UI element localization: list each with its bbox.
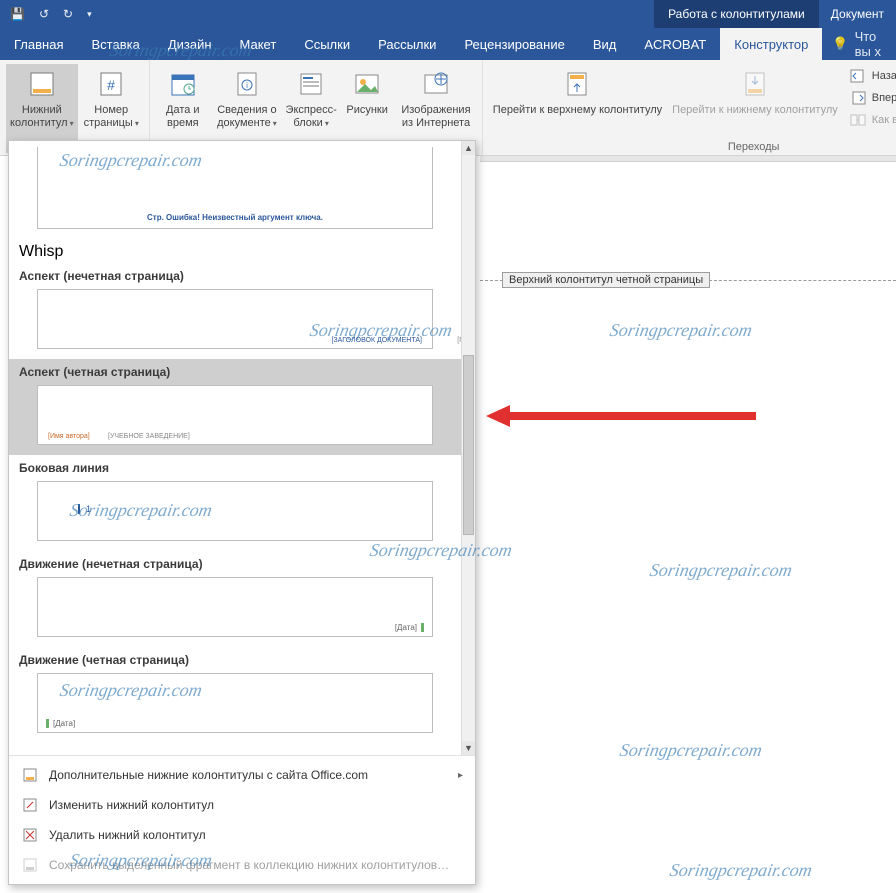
contextual-tab-header: Работа с колонтитулами	[654, 0, 819, 28]
gallery-item-title: Аспект (нечетная страница)	[19, 269, 451, 283]
gallery-item-motion-odd[interactable]: Движение (нечетная страница) [Дата]	[9, 551, 461, 647]
gallery-scrollbar[interactable]: ▲ ▼	[461, 141, 475, 755]
gallery-item-title: Whisp	[19, 243, 451, 261]
menu-edit-footer-label: Изменить нижний колонтитул	[49, 798, 214, 812]
gallery-item-title: Движение (четная страница)	[19, 653, 451, 667]
pictures-label: Рисунки	[346, 104, 388, 117]
svg-text:#: #	[107, 77, 115, 93]
document-area: Верхний колонтитул четной страницы	[480, 182, 896, 893]
group-navigation: Перейти к верхнему колонтитулу Перейти к…	[483, 60, 896, 155]
menu-more-office[interactable]: Дополнительные нижние колонтитулы с сайт…	[9, 760, 475, 790]
date-time-label: Дата и время	[160, 104, 206, 129]
gallery-item-motion-even[interactable]: Движение (четная страница) [Дата]	[9, 647, 461, 743]
doc-info-icon: i	[231, 68, 263, 100]
gallery-preview: 1	[37, 481, 433, 541]
footer-button-label: Нижний колонтитул	[10, 104, 74, 129]
gallery-preview: [ЗАГОЛОВОК ДОКУМЕНТА] [Подзаголовок доку…	[37, 289, 433, 349]
tab-mailings[interactable]: Рассылки	[364, 28, 450, 60]
gallery-item-aspect-odd[interactable]: Аспект (нечетная страница) [ЗАГОЛОВОК ДО…	[9, 263, 461, 359]
scroll-down-icon[interactable]: ▼	[462, 741, 475, 755]
gallery-item-title: Движение (нечетная страница)	[19, 557, 451, 571]
nav-back-button[interactable]: Назад	[848, 66, 896, 86]
page-number-icon: #	[95, 68, 127, 100]
nav-back-icon	[850, 68, 866, 84]
edit-icon	[21, 796, 39, 814]
gallery-item-title: Аспект (четная страница)	[19, 365, 451, 379]
gallery-preview: Стр. Ошибка! Неизвестный аргумент ключа.	[37, 147, 433, 229]
menu-remove-footer-label: Удалить нижний колонтитул	[49, 828, 206, 842]
undo-icon[interactable]: ↺	[39, 7, 49, 21]
annotation-arrow	[486, 405, 756, 427]
qat-dropdown-icon[interactable]: ▾	[87, 9, 92, 20]
chevron-right-icon: ▸	[458, 770, 463, 781]
group-nav-label: Переходы	[489, 139, 896, 153]
scroll-thumb[interactable]	[463, 355, 474, 535]
online-pictures-label: Изображения из Интернета	[400, 104, 472, 129]
tab-layout[interactable]: Макет	[226, 28, 291, 60]
goto-header-button[interactable]: Перейти к верхнему колонтитулу	[489, 64, 666, 139]
menu-more-office-label: Дополнительные нижние колонтитулы с сайт…	[49, 768, 368, 782]
nav-back-label: Назад	[872, 70, 896, 82]
gallery-item-title: Боковая линия	[19, 461, 451, 475]
nav-forward-label: Вперед	[872, 92, 896, 104]
ribbon-tabs: Главная Вставка Дизайн Макет Ссылки Расс…	[0, 28, 896, 60]
link-previous-label: Как в предыдущем разделе	[872, 114, 896, 126]
quick-parts-label: Экспресс-блоки	[286, 104, 337, 129]
save-icon[interactable]: 💾	[10, 7, 25, 21]
save-selection-icon	[21, 856, 39, 874]
tab-view[interactable]: Вид	[579, 28, 631, 60]
link-previous-button[interactable]: Как в предыдущем разделе	[848, 110, 896, 130]
tab-insert[interactable]: Вставка	[77, 28, 153, 60]
gallery-preview: [Дата]	[37, 673, 433, 733]
link-previous-icon	[850, 112, 866, 128]
page-number-label: Номер страницы	[84, 104, 139, 129]
tab-design[interactable]: Дизайн	[154, 28, 226, 60]
goto-footer-icon	[739, 68, 771, 100]
goto-footer-button[interactable]: Перейти к нижнему колонтитулу	[668, 64, 842, 139]
tab-acrobat[interactable]: ACROBAT	[630, 28, 720, 60]
lightbulb-icon: 💡	[832, 36, 848, 52]
doc-info-label: Сведения о документе	[216, 104, 278, 129]
footer-icon	[26, 68, 58, 100]
redo-icon[interactable]: ↻	[63, 7, 73, 21]
header-section-label: Верхний колонтитул четной страницы	[502, 272, 710, 288]
remove-icon	[21, 826, 39, 844]
pictures-icon	[351, 68, 383, 100]
gallery-item-whisp[interactable]: Стр. Ошибка! Неизвестный аргумент ключа.	[9, 141, 461, 239]
goto-header-icon	[561, 68, 593, 100]
footer-gallery-dropdown: Стр. Ошибка! Неизвестный аргумент ключа.…	[8, 140, 476, 885]
menu-remove-footer[interactable]: Удалить нижний колонтитул	[9, 820, 475, 850]
menu-save-selection: Сохранить выделенный фрагмент в коллекци…	[9, 850, 475, 880]
goto-footer-label: Перейти к нижнему колонтитулу	[672, 104, 838, 117]
nav-forward-icon	[850, 90, 866, 106]
gallery-footer-menu: Дополнительные нижние колонтитулы с сайт…	[9, 755, 475, 884]
tell-me-text: Что вы х	[855, 29, 886, 59]
menu-save-selection-label: Сохранить выделенный фрагмент в коллекци…	[49, 858, 449, 872]
tab-constructor[interactable]: Конструктор	[720, 28, 822, 60]
tell-me[interactable]: 💡 Что вы х	[822, 29, 896, 59]
title-bar: 💾 ↺ ↻ ▾ Работа с колонтитулами Документ	[0, 0, 896, 28]
tab-review[interactable]: Рецензирование	[450, 28, 578, 60]
gallery-item-sideline[interactable]: Боковая линия 1	[9, 455, 461, 551]
gallery-preview: [Имя автора] [УЧЕБНОЕ ЗАВЕДЕНИЕ]	[37, 385, 433, 445]
office-icon	[21, 766, 39, 784]
nav-forward-button[interactable]: Вперед	[848, 88, 896, 108]
goto-header-label: Перейти к верхнему колонтитулу	[493, 104, 662, 117]
quick-parts-icon	[295, 68, 327, 100]
scroll-up-icon[interactable]: ▲	[462, 141, 475, 155]
svg-text:i: i	[246, 81, 248, 90]
gallery-preview: [Дата]	[37, 577, 433, 637]
gallery-item-aspect-even[interactable]: Аспект (четная страница) [Имя автора] [У…	[9, 359, 461, 455]
tab-home[interactable]: Главная	[0, 28, 77, 60]
tab-references[interactable]: Ссылки	[290, 28, 364, 60]
document-title: Документ	[819, 1, 896, 27]
calendar-icon	[167, 68, 199, 100]
menu-edit-footer[interactable]: Изменить нижний колонтитул	[9, 790, 475, 820]
online-pictures-icon	[420, 68, 452, 100]
